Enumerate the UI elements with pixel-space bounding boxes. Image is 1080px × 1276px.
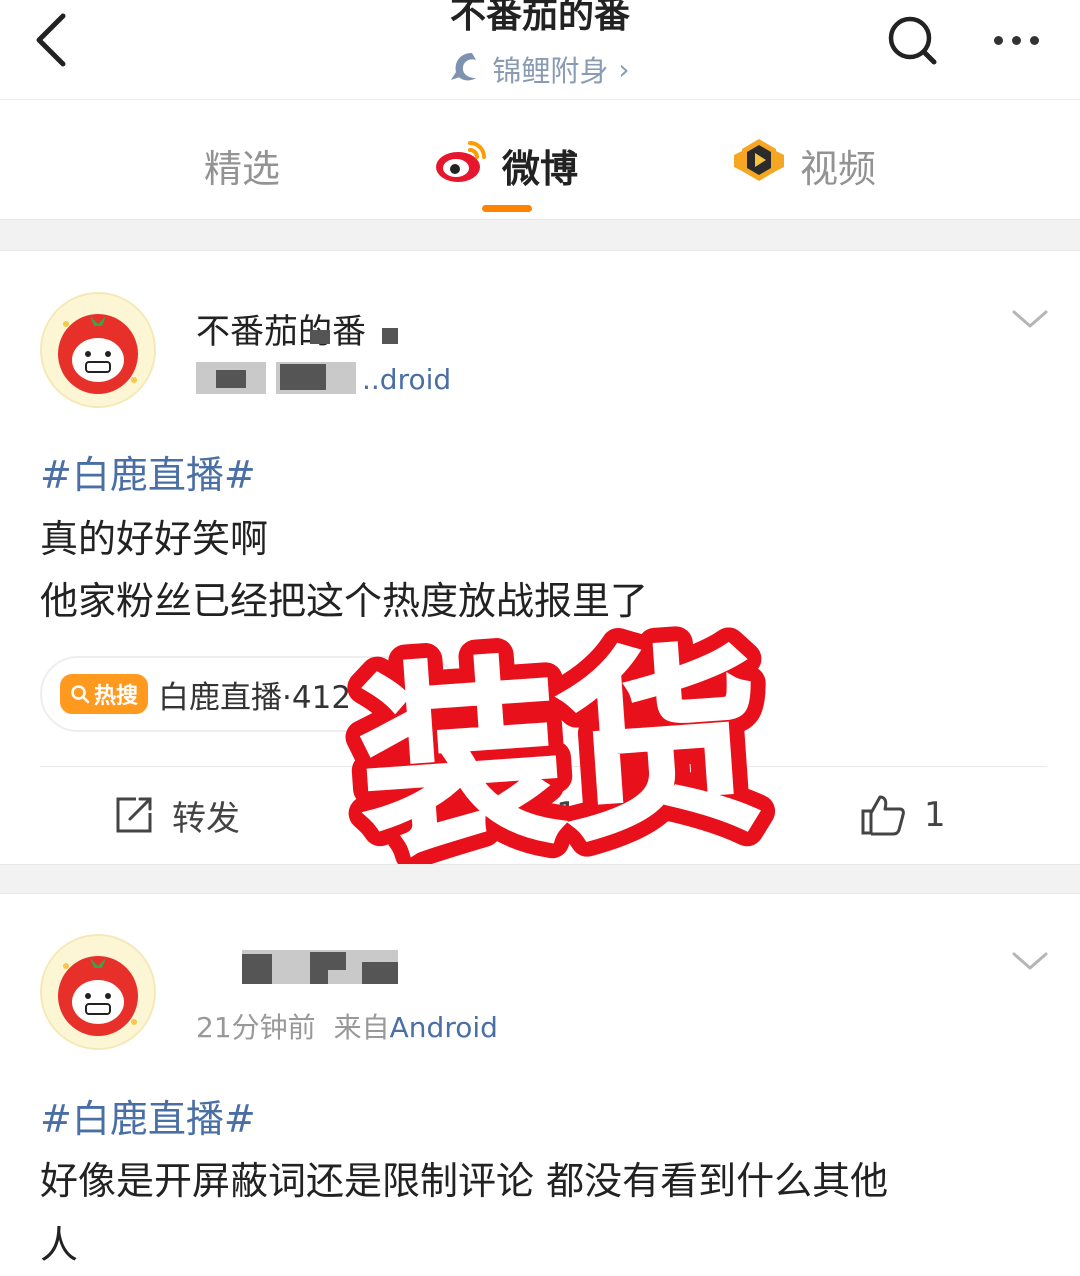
post-source: ..droid: [362, 363, 452, 396]
tab-video[interactable]: 视频: [730, 137, 876, 193]
video-badge-icon: [730, 137, 788, 194]
repost-icon: [116, 797, 152, 833]
post-source: Android: [389, 1011, 498, 1044]
post-meta: 21分钟前 来自Android: [196, 1006, 498, 1046]
thumbs-up-icon: [861, 795, 905, 836]
like-button[interactable]: 1: [860, 790, 946, 840]
redaction-block: [362, 962, 398, 984]
tab-featured-label: 精选: [204, 146, 281, 191]
weibo-logo-icon: [434, 137, 490, 194]
stamp-watermark: 装货 装货: [336, 612, 785, 872]
stamp-text: 装货: [353, 623, 768, 872]
tab-weibo-label: 微博: [502, 146, 579, 191]
username[interactable]: 不番茄的番: [196, 304, 366, 353]
hot-search-badge: 热搜: [60, 674, 149, 714]
repost-button[interactable]: 转发: [114, 790, 240, 840]
tab-weibo[interactable]: 微博: [434, 137, 578, 193]
tab-featured[interactable]: 精选: [204, 137, 280, 193]
search-icon[interactable]: [884, 12, 940, 68]
topic-hashtag[interactable]: #白鹿直播#: [40, 1088, 256, 1143]
redaction-block: [280, 364, 326, 390]
tab-video-label: 视频: [800, 146, 877, 191]
post-text-line: 人: [40, 1223, 79, 1267]
like-count: 1: [924, 795, 946, 835]
page-title: 不番茄的番: [449, 0, 630, 36]
subtitle-chevron-icon: ›: [618, 52, 630, 86]
active-tab-indicator: [482, 205, 532, 212]
chevron-down-icon[interactable]: [1012, 308, 1048, 332]
avatar[interactable]: [40, 934, 156, 1050]
redaction-block: [382, 328, 398, 344]
profile-tabs: 精选 微博 视频: [0, 101, 1080, 219]
post-text-line: 真的好好笑啊: [40, 517, 269, 561]
avatar[interactable]: [40, 292, 156, 408]
section-divider: [0, 219, 1080, 251]
chevron-down-icon[interactable]: [1012, 950, 1048, 974]
post-card: [0, 894, 1080, 1276]
post-time: 21分钟前: [196, 1011, 316, 1044]
section-divider: [0, 864, 1080, 894]
subtitle-text: 锦鲤附身: [492, 54, 609, 88]
redaction-block: [310, 952, 328, 984]
search-icon: [71, 685, 90, 704]
repost-label: 转发: [172, 798, 240, 839]
more-dots-icon[interactable]: [986, 22, 1046, 58]
hot-search-badge-label: 热搜: [94, 684, 139, 709]
koi-fish-icon: [450, 50, 482, 88]
topic-hashtag[interactable]: #白鹿直播#: [40, 444, 256, 499]
redaction-block: [216, 370, 246, 388]
redaction-block: [310, 330, 330, 344]
redaction-block: [242, 954, 272, 984]
top-bar: 不番茄的番 锦鲤附身 ›: [0, 0, 1080, 100]
post-meta: ..droid: [362, 363, 451, 396]
post-text-line: 好像是开屏蔽词还是限制评论 都没有看到什么其他: [40, 1159, 889, 1203]
post-source-prefix: 来自: [333, 1011, 390, 1044]
